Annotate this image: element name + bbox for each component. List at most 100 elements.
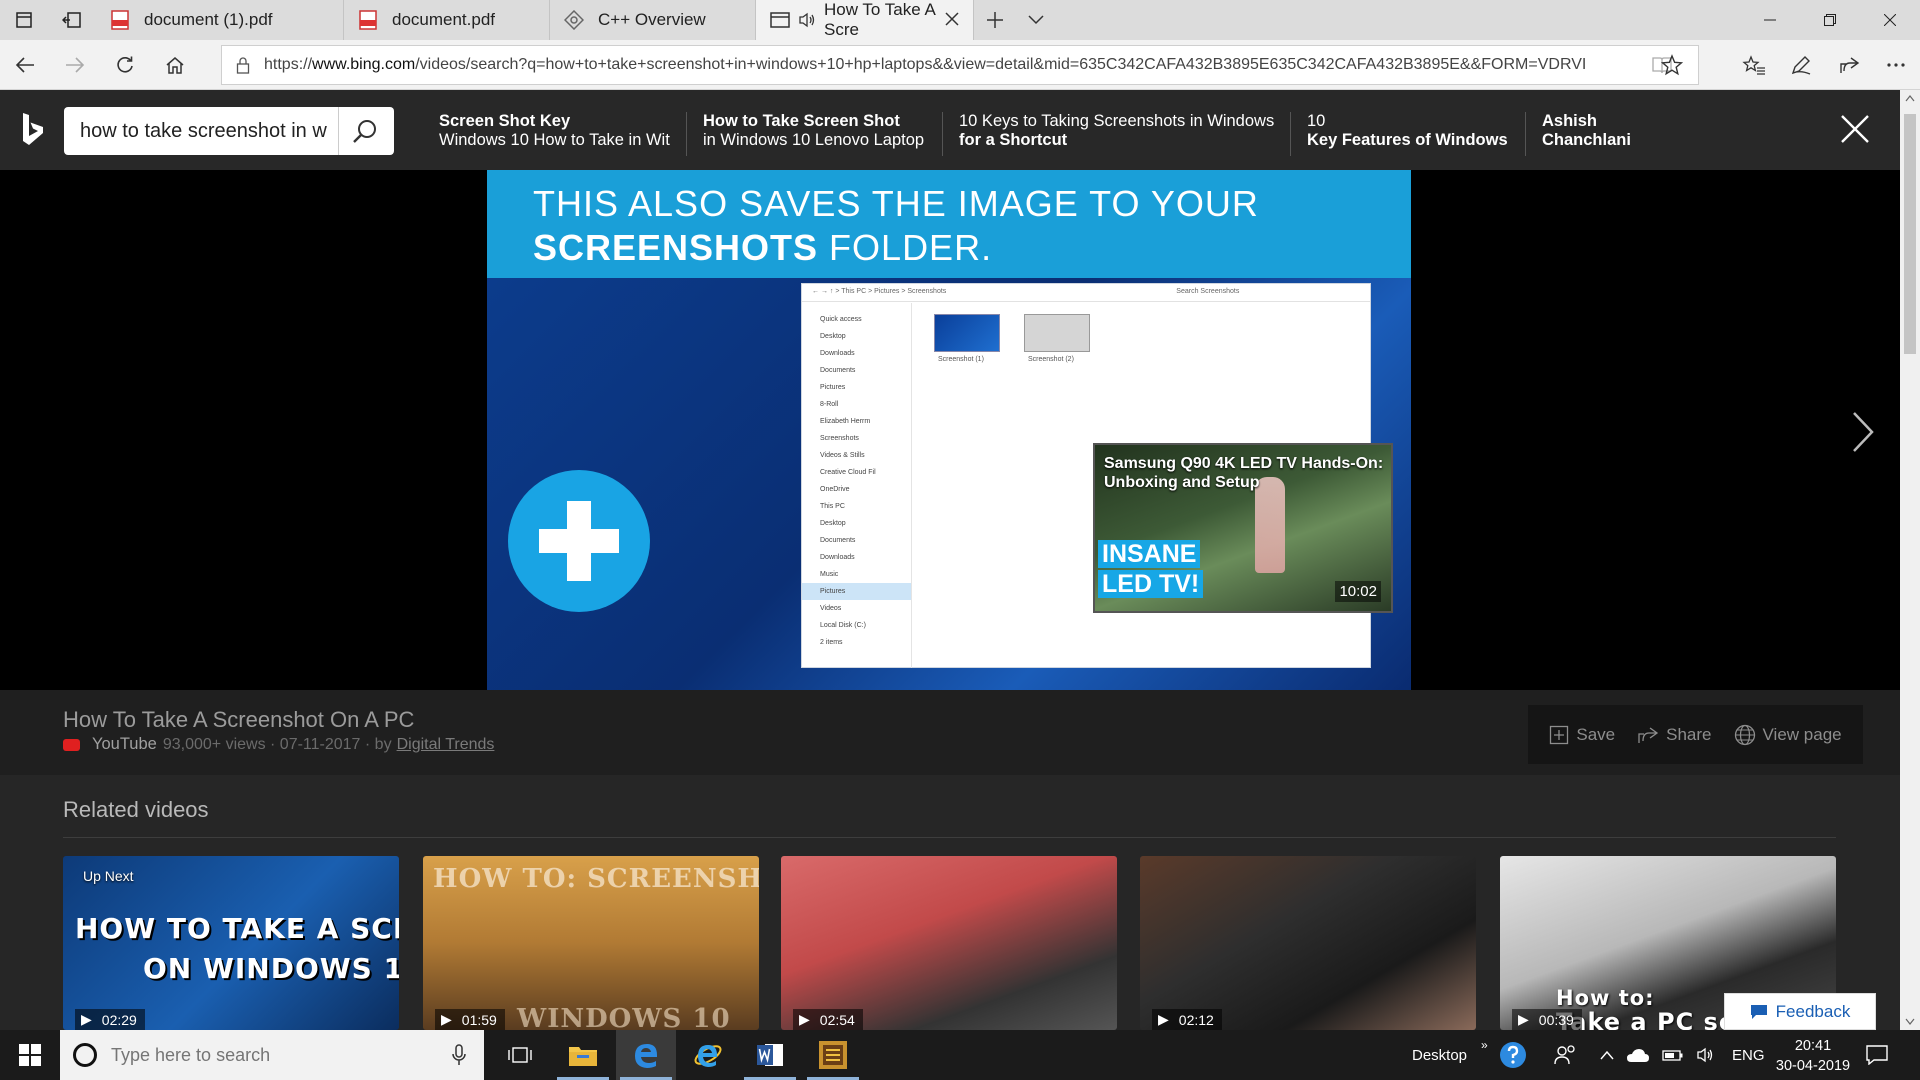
- suggestion-line: 10: [1307, 112, 1326, 130]
- feedback-icon: [1750, 1004, 1767, 1019]
- play-icon: ▶: [441, 1011, 452, 1027]
- set-tabs-aside-icon[interactable]: [48, 0, 96, 40]
- help-icon[interactable]: [1486, 1030, 1540, 1080]
- thumbnail-text: ON WINDOWS 10: [143, 952, 399, 985]
- forward-arrow-icon[interactable]: [50, 40, 100, 90]
- page-scrollbar[interactable]: [1900, 90, 1920, 1030]
- video-source: YouTube: [92, 735, 157, 753]
- volume-icon[interactable]: [1696, 1047, 1716, 1063]
- video-title[interactable]: How To Take A Screenshot On A PC: [63, 707, 414, 733]
- more-options-icon[interactable]: [1872, 40, 1920, 90]
- back-arrow-icon[interactable]: [0, 40, 50, 90]
- tab-how-to-take-screenshot[interactable]: How To Take A Scre: [756, 0, 974, 40]
- address-bar[interactable]: https://www.bing.com/videos/search?q=how…: [221, 45, 1699, 85]
- video-search-input[interactable]: [64, 119, 338, 143]
- microphone-icon[interactable]: [452, 1044, 466, 1066]
- view-page-label: View page: [1762, 724, 1842, 744]
- speaker-icon[interactable]: [798, 10, 816, 30]
- tab-manager-icon[interactable]: [0, 0, 48, 40]
- related-search-suggestion[interactable]: Ashish Chanchlani: [1542, 112, 1631, 150]
- show-tab-previews-icon[interactable]: [1016, 0, 1056, 40]
- video-duration: ▶ 02:54: [793, 1009, 863, 1030]
- refresh-icon[interactable]: [100, 40, 150, 90]
- related-search-suggestion[interactable]: 10 Keys to Taking Screenshots in Windows…: [959, 112, 1274, 150]
- home-icon[interactable]: [150, 40, 200, 90]
- url-text[interactable]: https://www.bing.com/videos/search?q=how…: [264, 56, 1644, 74]
- word-icon[interactable]: [740, 1030, 800, 1080]
- related-video-card[interactable]: ▶ 02:12: [1140, 856, 1476, 1030]
- tab-label: document.pdf: [392, 10, 496, 29]
- suggestion-line: Ashish: [1542, 112, 1598, 130]
- video-duration: ▶ 02:29: [75, 1009, 145, 1030]
- web-note-pen-icon[interactable]: [1777, 40, 1825, 90]
- author-link[interactable]: Digital Trends: [397, 736, 495, 754]
- divider: [686, 112, 687, 156]
- bing-logo-icon[interactable]: [20, 112, 46, 148]
- action-center-icon[interactable]: [1850, 1030, 1904, 1080]
- share-icon[interactable]: [1825, 40, 1873, 90]
- video-stats: 93,000+ views · 07-11-2017 · by: [162, 735, 392, 753]
- save-button[interactable]: Save: [1549, 725, 1615, 745]
- thumbnail-text: How to:: [1556, 986, 1655, 1010]
- search-icon[interactable]: [338, 107, 390, 155]
- people-icon[interactable]: [1540, 1030, 1592, 1080]
- edge-browser-icon[interactable]: [616, 1030, 676, 1080]
- suggestion-line: 10 Keys to Taking Screenshots in Windows: [959, 112, 1275, 130]
- plus-logo-icon: [508, 470, 650, 612]
- video-stage: THIS ALSO SAVES THE IMAGE TO YOUR SCREEN…: [0, 170, 1900, 690]
- lock-icon[interactable]: [222, 56, 264, 74]
- suggestion-line: in Windows 10 Lenovo Laptop: [703, 131, 925, 149]
- taskbar-search-box[interactable]: [60, 1030, 484, 1080]
- battery-icon[interactable]: [1662, 1048, 1684, 1062]
- tab-cpp-overview[interactable]: C++ Overview: [550, 0, 756, 40]
- play-icon: ▶: [1518, 1011, 1529, 1027]
- desktop-toolbar[interactable]: Desktop »: [1412, 1030, 1488, 1080]
- tab-document-1-pdf[interactable]: document (1).pdf: [96, 0, 344, 40]
- windows-start-icon[interactable]: [0, 1030, 60, 1080]
- related-video-card[interactable]: Up Next HOW TO TAKE A SCREENSHOT ON WIND…: [63, 856, 399, 1030]
- scroll-up-icon[interactable]: [1905, 94, 1915, 102]
- up-next-preview[interactable]: Samsung Q90 4K LED TV Hands-On: Unboxing…: [1093, 443, 1393, 613]
- internet-explorer-icon[interactable]: [678, 1030, 738, 1080]
- feedback-label: Feedback: [1775, 1001, 1851, 1021]
- related-search-suggestion[interactable]: 10 Key Features of Windows: [1307, 112, 1508, 150]
- minimize-window-icon[interactable]: [1740, 0, 1800, 40]
- close-icon[interactable]: [1840, 114, 1870, 144]
- tab-label: How To Take A Scre: [824, 0, 935, 39]
- tab-document-pdf[interactable]: document.pdf: [344, 0, 550, 40]
- tab-label: document (1).pdf: [144, 10, 273, 29]
- scroll-down-icon[interactable]: [1905, 1018, 1915, 1026]
- file-name: Screenshot (2): [1028, 356, 1074, 363]
- share-button[interactable]: Share: [1637, 725, 1712, 745]
- close-tab-icon[interactable]: [943, 10, 961, 28]
- close-window-icon[interactable]: [1860, 0, 1920, 40]
- explorer-nav-pane: Quick access Desktop Downloads Documents…: [802, 303, 912, 668]
- new-tab-button[interactable]: [974, 0, 1016, 40]
- screenshot-thumbnail: [1024, 314, 1090, 352]
- favorite-star-icon[interactable]: [1648, 40, 1696, 90]
- chevron-right-icon[interactable]: [1851, 410, 1875, 454]
- clock-date: 30-04-2019: [1775, 1058, 1851, 1074]
- bing-video-header: Screen Shot Key Windows 10 How to Take i…: [0, 90, 1900, 170]
- language-indicator[interactable]: ENG: [1732, 1047, 1765, 1064]
- scroll-thumb[interactable]: [1904, 114, 1916, 354]
- task-view-icon[interactable]: [490, 1030, 550, 1080]
- feedback-button[interactable]: Feedback: [1724, 993, 1876, 1030]
- show-hidden-icons-icon[interactable]: [1600, 1050, 1614, 1060]
- video-search-box[interactable]: [64, 107, 394, 155]
- related-search-suggestion[interactable]: Screen Shot Key Windows 10 How to Take i…: [439, 112, 670, 150]
- cortana-icon[interactable]: [73, 1043, 97, 1067]
- thumbnail-text: HOW TO: SCREENSHOT: [433, 864, 759, 894]
- related-video-card[interactable]: ▶ 02:54: [781, 856, 1117, 1030]
- taskbar-search-input[interactable]: [111, 1044, 441, 1066]
- view-page-button[interactable]: View page: [1734, 724, 1842, 746]
- file-explorer-icon[interactable]: [553, 1030, 613, 1080]
- onedrive-icon[interactable]: [1626, 1047, 1650, 1063]
- favorites-hub-icon[interactable]: [1730, 40, 1778, 90]
- restore-window-icon[interactable]: [1800, 0, 1860, 40]
- dosbox-icon[interactable]: [803, 1030, 863, 1080]
- related-search-suggestion[interactable]: How to Take Screen Shot in Windows 10 Le…: [703, 112, 924, 150]
- clock[interactable]: 20:41 30-04-2019: [1768, 1036, 1858, 1076]
- divider: [1525, 112, 1526, 156]
- related-video-card[interactable]: HOW TO: SCREENSHOT WINDOWS 10 ▶01:59: [423, 856, 759, 1030]
